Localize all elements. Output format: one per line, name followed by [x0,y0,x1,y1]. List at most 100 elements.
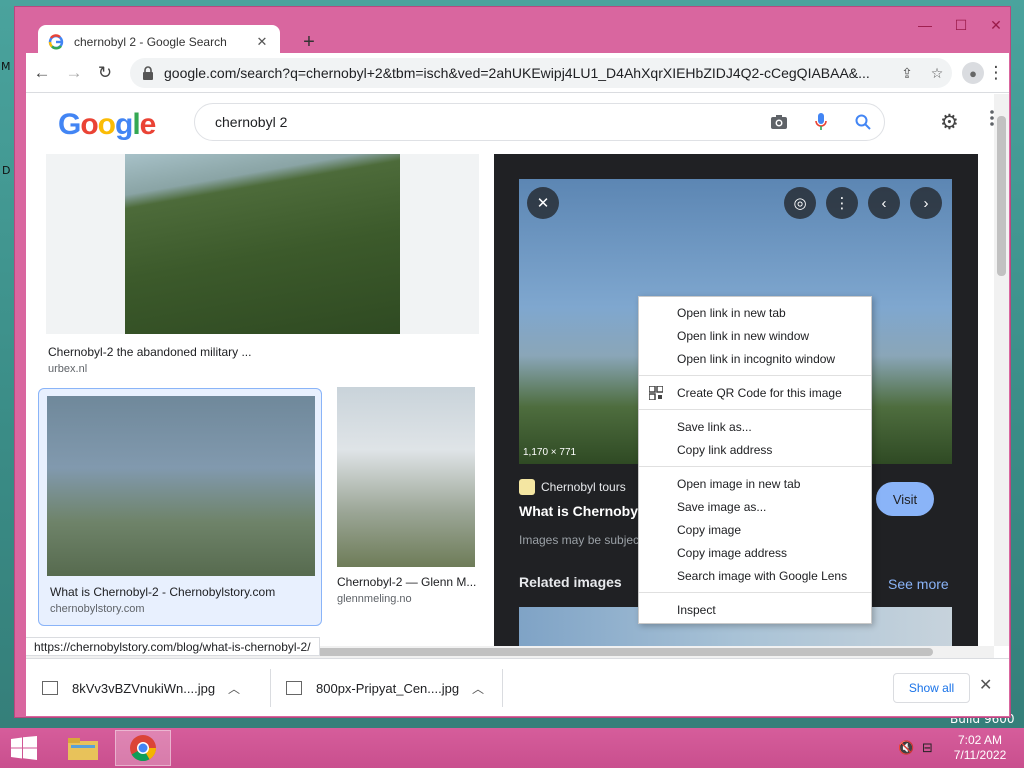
search-icon[interactable] [842,114,884,130]
result-source[interactable]: glennmeling.no [337,593,412,605]
context-menu-label: Open image in new tab [677,476,801,491]
bookmark-star-icon[interactable]: ☆ [922,65,952,82]
address-bar[interactable]: google.com/search?q=chernobyl+2&tbm=isch… [130,58,952,88]
chrome-menu-icon[interactable]: ⋮ [984,61,1008,85]
show-all-button[interactable]: Show all [893,673,970,703]
context-menu-label: Create QR Code for this image [677,385,842,400]
settings-gear-icon[interactable]: ⚙ [940,110,959,135]
related-images-heading: Related images [519,574,622,590]
result-title[interactable]: Chernobyl-2 the abandoned military ... [48,345,468,359]
scrollbar-thumb[interactable] [997,116,1006,276]
preview-title[interactable]: What is Chernobyl [519,503,642,519]
chevron-up-icon[interactable]: ︿ [228,680,240,697]
result-image-1[interactable] [46,154,479,334]
menu-separator [639,409,871,410]
context-menu-label: Copy image [677,522,742,537]
context-menu-item[interactable]: Search image with Google Lens [639,564,871,587]
lens-search-icon[interactable]: ◎ [784,187,816,219]
context-menu-item[interactable]: Open link in incognito window [639,347,871,370]
context-menu-label: Open link in incognito window [677,351,836,366]
lock-icon [143,66,153,80]
tab-title: chernobyl 2 - Google Search [74,35,227,49]
context-menu-item[interactable]: Open link in new tab [639,301,871,324]
context-menu-item[interactable]: Create QR Code for this image [639,381,871,404]
download-item[interactable]: 8kVv3vBZVnukiWn....jpg ︿ [42,669,240,707]
camera-search-icon[interactable] [758,114,800,130]
context-menu-item[interactable]: Inspect [639,598,871,621]
next-image-icon[interactable]: › [910,187,942,219]
result-title[interactable]: Chernobyl-2 — Glenn M... [337,575,477,589]
context-menu-label: Save image as... [677,499,767,514]
google-logo[interactable]: Google [58,108,156,142]
windows-start-icon[interactable] [10,736,38,760]
source-name[interactable]: Chernobyl tours [541,480,626,494]
system-clock[interactable]: 7:02 AM 7/11/2022 [950,733,1010,763]
see-more-link[interactable]: See more [888,576,949,592]
context-menu: Open link in new tab Open link in new win… [638,296,872,624]
network-icon[interactable]: ⊟ [922,740,933,756]
close-preview-icon[interactable]: ✕ [527,187,559,219]
result-title[interactable]: What is Chernobyl-2 - Chernobylstory.com [50,585,312,599]
context-menu-label: Open link in new window [677,328,810,343]
context-menu-item[interactable]: Save image as... [639,495,871,518]
microphone-icon[interactable] [800,113,842,131]
context-menu-item[interactable]: Open link in new window [639,324,871,347]
vertical-scrollbar[interactable] [994,94,1009,646]
profile-avatar-icon[interactable]: ● [962,62,984,84]
context-menu-item[interactable]: Copy link address [639,438,871,461]
new-tab-button[interactable]: + [298,31,320,53]
desktop-icon-label: M [1,60,11,73]
desktop-icon-label: D [2,164,11,177]
download-item[interactable]: 800px-Pripyat_Cen....jpg ︿ [286,669,484,707]
context-menu-item[interactable]: Copy image [639,518,871,541]
download-filename[interactable]: 800px-Pripyat_Cen....jpg [316,681,466,696]
forest-photo [125,154,400,334]
image-results: Chernobyl-2 the abandoned military ... u… [38,154,496,646]
chrome-taskbar-icon[interactable] [115,730,171,766]
divider [270,669,271,707]
logo-letter: G [58,108,81,141]
result-source[interactable]: chernobylstory.com [50,603,145,615]
reload-button[interactable]: ↻ [93,61,117,85]
menu-separator [639,375,871,376]
radar-photo [47,396,315,576]
context-menu-label: Save link as... [677,419,752,434]
context-menu-item[interactable]: Open image in new tab [639,472,871,495]
close-tab-icon[interactable]: ✕ [254,34,270,50]
back-button[interactable]: ← [30,61,54,85]
source-favicon-icon [519,479,535,495]
context-menu-item[interactable]: Save link as... [639,415,871,438]
divider [502,669,503,707]
forward-button[interactable]: → [62,61,86,85]
menu-separator [639,466,871,467]
search-input[interactable]: chernobyl 2 [215,114,758,130]
file-explorer-icon[interactable] [55,730,111,766]
context-menu-label: Copy link address [677,442,773,457]
context-menu-label: Copy image address [677,545,788,560]
logo-letter: o [80,108,98,141]
qr-code-icon [649,386,663,400]
download-filename[interactable]: 8kVv3vBZVnukiWn....jpg [72,681,222,696]
context-menu-item[interactable]: Copy image address [639,541,871,564]
previous-image-icon[interactable]: ‹ [868,187,900,219]
share-icon[interactable]: ⇪ [892,65,922,82]
result-card-selected[interactable]: What is Chernobyl-2 - Chernobylstory.com… [38,388,322,626]
taskbar: 🔇 ⊟ 7:02 AM 7/11/2022 [0,728,1024,768]
google-favicon-icon [48,34,64,50]
browser-toolbar: ← → ↻ google.com/search?q=chernobyl+2&tb… [26,53,1009,93]
search-box[interactable]: chernobyl 2 [194,103,885,141]
result-image-3[interactable] [337,387,475,567]
clock-time: 7:02 AM [957,733,1003,747]
visit-button[interactable]: Visit [876,482,934,516]
volume-muted-icon[interactable]: 🔇 [898,740,914,756]
image-file-icon [42,681,58,695]
logo-letter: l [132,108,140,141]
more-options-icon[interactable]: ⋮ [826,187,858,219]
chevron-up-icon[interactable]: ︿ [472,680,484,697]
close-shelf-icon[interactable]: ✕ [979,675,992,695]
context-menu-label: Open link in new tab [677,305,786,320]
link-status-bar: https://chernobylstory.com/blog/what-is-… [26,637,320,656]
result-source[interactable]: urbex.nl [48,363,87,375]
preview-source[interactable]: Chernobyl tours [519,479,626,495]
url-text[interactable]: google.com/search?q=chernobyl+2&tbm=isch… [164,65,892,81]
